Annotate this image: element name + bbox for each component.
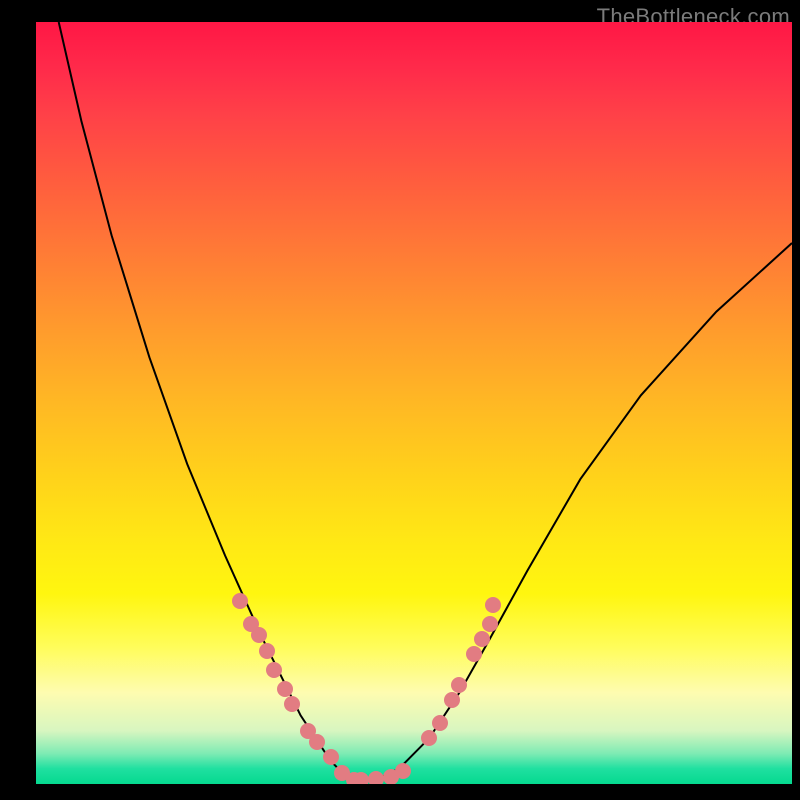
cpu-point [232, 593, 248, 609]
bottleneck-curve [59, 22, 792, 781]
chart-frame: TheBottleneck.com [0, 0, 800, 800]
cpu-point [466, 646, 482, 662]
cpu-point [482, 616, 498, 632]
cpu-point [266, 662, 282, 678]
cpu-point [259, 643, 275, 659]
cpu-point [277, 681, 293, 697]
cpu-point [474, 631, 490, 647]
cpu-point [251, 627, 267, 643]
cpu-point [485, 597, 501, 613]
cpu-point [368, 771, 384, 784]
cpu-point [451, 677, 467, 693]
cpu-point [309, 734, 325, 750]
cpu-point [395, 763, 411, 779]
cpu-point [444, 692, 460, 708]
cpu-point [323, 749, 339, 765]
plot-area [36, 22, 792, 784]
cpu-point [353, 772, 369, 784]
cpu-point [284, 696, 300, 712]
cpu-point [421, 730, 437, 746]
curve-svg [36, 22, 792, 784]
cpu-point [432, 715, 448, 731]
